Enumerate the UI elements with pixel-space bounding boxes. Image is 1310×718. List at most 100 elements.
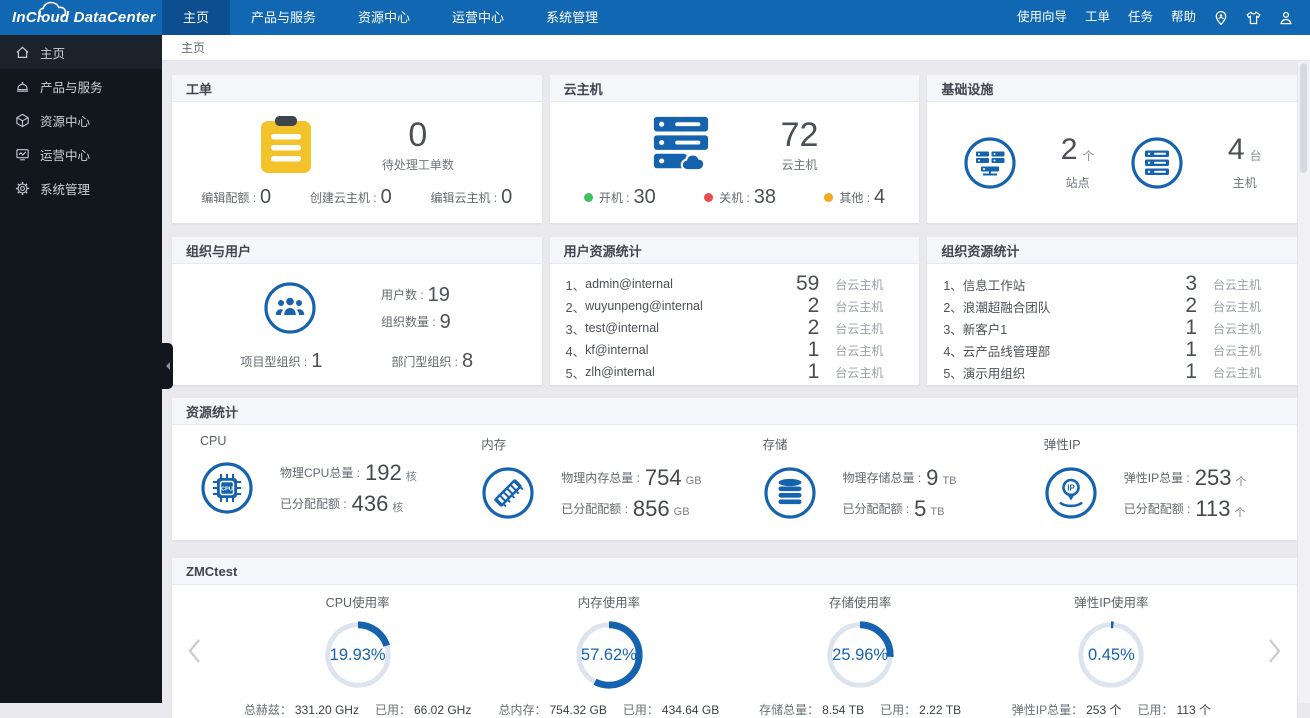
topnav-item-products-services[interactable]: 产品与服务 [230,0,337,35]
top-link-tasks[interactable]: 任务 [1119,0,1162,35]
org-users-summary: 用户数 :19 组织数量 :9 [172,264,542,335]
memory-usage-stats: 总内存： 754.32 GB 已用： 434.64 GB [498,703,720,717]
host-server-icon [1131,136,1183,189]
eip-total-line: 弹性IP总量 :253 个 [1123,464,1247,490]
sidebar-item-label: 产品与服务 [40,80,103,95]
hosts-unit: 台 [1249,148,1262,163]
gauge-eip-usage: 弹性IP使用率 0.45% 弹性IP总量： 253 个 已用： 113 个 [1011,596,1211,717]
cloudhost-total-label: 云主机 [781,157,818,172]
breadcrumb-home[interactable]: 主页 [181,39,205,56]
eip-usage-percent: 0.45% [1087,645,1135,664]
sidebar-item-system-management[interactable]: 系统管理 [0,171,162,205]
workorder-pending-block: 0 待处理工单数 [382,117,454,173]
sidebar-item-resource-center[interactable]: 资源中心 [0,103,162,137]
location-guide-button[interactable] [1205,0,1237,35]
cloudhost-card-title: 云主机 [549,75,920,102]
cube-icon [16,113,29,127]
stat-powered-on: 开机 :30 [583,187,656,207]
user-icon [1280,11,1292,24]
cpu-usage-percent: 19.93% [329,645,386,664]
brand-logo[interactable]: InCloud DataCenter [0,0,162,35]
stat-user-count: 用户数 :19 [380,283,450,306]
carousel-prev-button[interactable] [188,638,201,664]
list-item: 1、 信息工作站 3 台云主机 [943,272,1262,295]
vertical-scrollbar[interactable] [1297,61,1310,703]
top-link-guide[interactable]: 使用向导 [1008,0,1076,35]
infra-hosts-item: 4台 主机 [1130,132,1262,191]
memory-total-line: 物理内存总量 :754 GB [561,464,702,490]
user-resources-list: 1、 admin@internal 59 台云主机 2、 wuyunpeng@inter… [550,264,920,385]
stat-project-orgs: 项目型组织 :1 [240,350,323,372]
breadcrumb: 主页 [162,35,1310,61]
scrollbar-thumb[interactable] [1300,63,1307,173]
workorder-stats-row: 编辑配额 :0 创建云主机 :0 编辑云主机 :0 [172,187,542,223]
sidebar-item-operation-center[interactable]: 运营中心 [0,137,162,171]
infrastructure-card-title: 基础设施 [927,75,1298,102]
sidebar-collapse-handle[interactable] [162,343,173,389]
top-navbar: InCloud DataCenter 主页 产品与服务 资源中心 运营中心 系统… [0,0,1310,35]
cloud-server-icon [653,116,708,171]
resources-card: 资源统计 CPU CPU 物理CPU总量 :192 核 已分配配额 :436 核 内… [172,398,1297,540]
topnav-item-system-management[interactable]: 系统管理 [525,0,619,35]
cloudhost-status-row: 开机 :30 关机 :38 其他 :4 [550,187,920,223]
memory-quota-line: 已分配配额 :856 GB [561,495,690,521]
theme-skin-button[interactable] [1237,0,1270,35]
gauge-cpu-usage: CPU使用率 19.93% 总赫兹： 331.20 GHz 已用： 66.02 GH… [243,596,472,717]
org-resources-card: 组织资源统计 1、 信息工作站 3 台云主机 2、 浪潮超融合团队 2 台云主机 3、 新客户… [927,237,1298,385]
storage-quota-line: 已分配配额 :5 TB [842,495,945,521]
chevron-left-icon [188,638,200,663]
pending-workorder-label: 待处理工单数 [381,157,454,172]
user-account-button[interactable] [1270,0,1302,35]
list-item: 2、 浪潮超融合团队 2 台云主机 [943,294,1262,317]
home-icon [16,46,29,58]
org-users-lines: 用户数 :19 组织数量 :9 [381,285,451,332]
gear-icon [15,181,30,195]
monitor-chart-icon [16,148,29,160]
list-item: 3、 test@internal 2 台云主机 [565,316,884,339]
sidebar-item-label: 运营中心 [40,148,91,163]
topnav-item-resource-center[interactable]: 资源中心 [337,0,431,35]
sidebar-item-products-services[interactable]: 产品与服务 [0,69,162,103]
brand-logo-text: InCloud DataCenter [12,9,156,26]
user-resources-card: 用户资源统计 1、 admin@internal 59 台云主机 2、 wuyunpen… [549,237,920,385]
list-item: 4、 kf@internal 1 台云主机 [565,338,884,361]
list-item: 4、 云产品线管理部 1 台云主机 [943,338,1262,361]
sidebar: 主页 产品与服务 资源中心 运营中心 系统管理 [0,35,162,703]
stat-department-orgs: 部门型组织 :8 [391,350,474,372]
clipboard-icon [260,115,311,173]
hosts-stat: 4台 主机 [1227,132,1262,191]
gauge-memory-usage: 内存使用率 57.62% 总内存： 754.32 GB 已用： 434.64 GB [498,596,720,717]
status-other-dot [824,192,834,202]
cpu-total-line: 物理CPU总量 :192 核 [280,459,417,485]
workorder-summary: 0 待处理工单数 [172,102,542,187]
eip-quota-line: 已分配配额 :113 个 [1123,495,1246,521]
storage-total-line: 物理存储总量 :9 TB [842,464,957,490]
topnav-item-home[interactable]: 主页 [162,0,231,35]
sidebar-item-label: 主页 [40,46,66,61]
carousel-next-button[interactable] [1268,638,1281,664]
top-link-help[interactable]: 帮助 [1162,0,1205,35]
cloudhost-total-block: 72 云主机 [781,117,819,173]
list-item: 1、 admin@internal 59 台云主机 [565,272,884,295]
svg-text:CPU: CPU [221,487,233,493]
cpu-icon: CPU [201,462,253,514]
zmctest-card-title: ZMCtest [172,558,1297,585]
storage-disk-icon [763,467,816,519]
stat-create-vm: 创建云主机 :0 [309,186,392,208]
topbar-right-menu: 使用向导 工单 任务 帮助 [1008,0,1310,35]
hosts-label: 主机 [1232,175,1257,190]
infra-sites-item: 2个 站点 [963,134,1094,191]
list-item: 5、 演示用组织 1 台云主机 [943,360,1262,383]
zmctest-body: CPU使用率 19.93% 总赫兹： 331.20 GHz 已用： 66.02 GH… [172,585,1297,718]
person-pin-icon [1215,10,1227,25]
org-users-card: 组织与用户 用户数 :19 组织数量 :9 项目型组织 :1 部门型组织 :8 [172,237,542,385]
org-users-bottom-row: 项目型组织 :1 部门型组织 :8 [172,335,542,371]
svg-text:IP: IP [1067,483,1075,492]
stat-edit-quota: 编辑配额 :0 [201,186,272,208]
top-link-workorder[interactable]: 工单 [1076,0,1119,35]
sites-label: 站点 [1065,175,1090,190]
hosts-count: 4 [1227,132,1245,166]
sidebar-item-home[interactable]: 主页 [0,35,162,69]
topnav-item-operation-center[interactable]: 运营中心 [431,0,525,35]
cloudhost-card: 云主机 72 云主机 开机 :30 关机 :38 其他 :4 [549,75,920,223]
